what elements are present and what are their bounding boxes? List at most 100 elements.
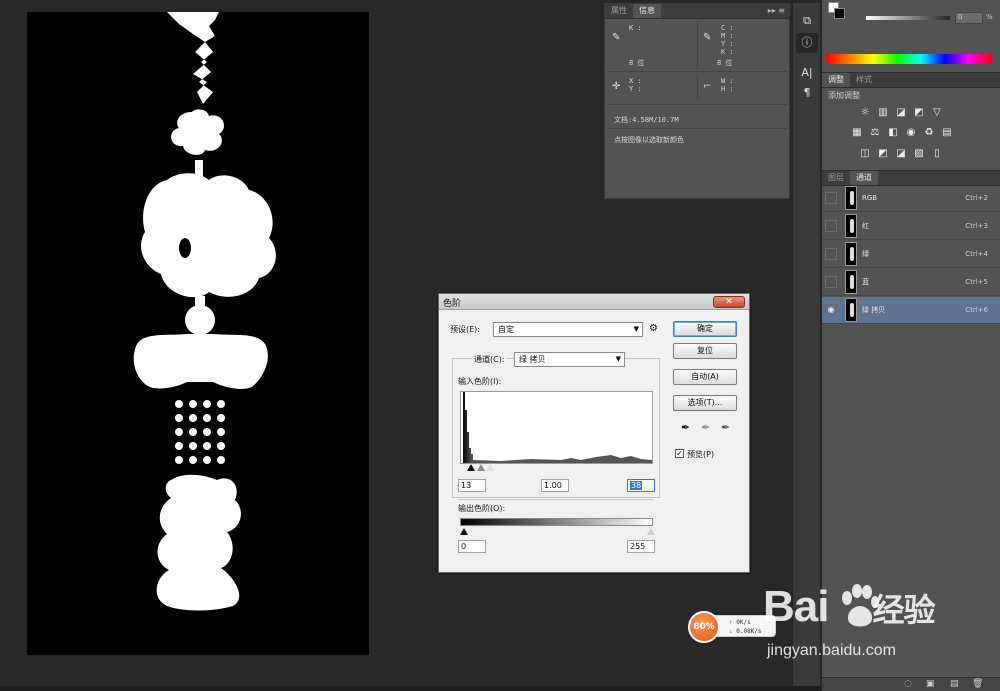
output-white-field[interactable]: 255 (627, 540, 655, 553)
gear-icon[interactable]: ⚙ (649, 323, 658, 334)
hint-text: 点按图像以选取新颜色 (614, 136, 684, 144)
channel-row-rgb[interactable]: RGB Ctrl+2 (822, 185, 1000, 212)
output-white-handle[interactable] (647, 528, 655, 535)
channel-name: 蓝 (862, 278, 869, 286)
upload-speed: ↑ 0K/s (729, 619, 751, 626)
black-white-icon[interactable]: ◧ (886, 126, 900, 140)
channel-row-blue[interactable]: 蓝 Ctrl+5 (822, 269, 1000, 296)
curves-icon[interactable]: ◪ (894, 106, 908, 120)
preview-label: 预览(P) (687, 450, 715, 459)
close-button[interactable]: ✕ (713, 296, 745, 308)
tab-styles[interactable]: 样式 (850, 73, 878, 87)
visibility-toggle[interactable] (825, 220, 837, 232)
tab-layers[interactable]: 图层 (822, 171, 850, 185)
download-speed-value: 0.08K/s (736, 628, 762, 635)
adjustments-tabs: 调整 样式 (822, 73, 1000, 88)
output-black-handle[interactable] (460, 528, 468, 535)
preset-select[interactable]: 自定 ▼ (493, 322, 643, 337)
gray-eyedropper-icon[interactable]: ✒ (701, 421, 710, 434)
paragraph-panel-icon[interactable]: ¶ (796, 83, 818, 103)
tab-channels[interactable]: 通道 (850, 171, 878, 185)
channel-shortcut: Ctrl+3 (965, 222, 988, 230)
info-panel-icon[interactable]: ⓘ (796, 33, 818, 53)
channel-row-red[interactable]: 红 Ctrl+3 (822, 213, 1000, 240)
dialog-titlebar[interactable]: 色阶 ✕ (439, 294, 749, 310)
input-gamma-field[interactable]: 1.00 (541, 479, 569, 492)
trash-icon[interactable]: 🗑 (972, 679, 983, 689)
histogram (460, 391, 653, 464)
color-value-input[interactable]: 0 (955, 12, 983, 24)
info-right-bits: 8 位 (717, 59, 733, 67)
input-white-handle[interactable] (486, 464, 494, 471)
posterize-icon[interactable]: ◩ (876, 147, 890, 161)
color-balance-icon[interactable]: ⚖ (868, 126, 882, 140)
color-panel-icon[interactable]: ⧉ (796, 11, 818, 31)
input-black-field[interactable]: 13 (458, 479, 486, 492)
white-eyedropper-icon[interactable]: ✒ (721, 421, 730, 434)
exposure-icon[interactable]: ◩ (912, 106, 926, 120)
levels-icon[interactable]: ▥ (876, 106, 890, 120)
channel-shortcut: Ctrl+6 (965, 306, 988, 314)
tab-adjustments[interactable]: 调整 (822, 73, 850, 87)
panel-menu-icon[interactable]: ▸▸ ≡ (768, 6, 785, 15)
output-black-field[interactable]: 0 (458, 540, 486, 553)
channel-thumbnail (845, 242, 857, 266)
color-lookup-icon[interactable]: ▤ (940, 126, 954, 140)
channel-select[interactable]: 绿 拷贝 ▼ (514, 352, 625, 367)
eyedropper-icon: ✎ (703, 32, 712, 43)
gradient-map-icon[interactable]: ▨ (912, 147, 926, 161)
channel-thumbnail (845, 186, 857, 210)
input-gamma-handle[interactable] (477, 464, 485, 471)
doc-size-text: 文档:4.58M/10.7M (614, 116, 679, 124)
layers-channels-tabs: 图层 通道 (822, 171, 1000, 186)
background-swatch[interactable] (834, 8, 845, 19)
channel-row-green[interactable]: 绿 Ctrl+4 (822, 241, 1000, 268)
black-eyedropper-icon[interactable]: ✒ (681, 421, 690, 434)
save-selection-icon[interactable]: ▣ (926, 679, 935, 689)
divider (607, 128, 787, 129)
channel-thumbnail (845, 298, 857, 322)
channel-name: 绿 (862, 250, 869, 258)
vibrance-icon[interactable]: ▽ (930, 106, 944, 120)
color-spectrum[interactable] (826, 54, 992, 64)
visibility-toggle[interactable] (825, 192, 837, 204)
character-panel-icon[interactable]: A| (796, 63, 818, 83)
info-k-value: K : (629, 24, 642, 32)
tab-properties[interactable]: 属性 (605, 4, 633, 18)
channel-name: 绿 拷贝 (862, 306, 886, 314)
invert-icon[interactable]: ◫ (858, 147, 872, 161)
hue-saturation-icon[interactable]: ▦ (850, 126, 864, 140)
input-black-handle[interactable] (467, 464, 475, 471)
new-channel-icon[interactable]: ▤ (950, 679, 959, 689)
channel-image[interactable] (27, 12, 369, 655)
preview-checkbox[interactable]: ✓ (675, 449, 684, 458)
channel-shortcut: Ctrl+5 (965, 278, 988, 286)
eye-icon[interactable]: ◉ (825, 304, 837, 316)
ok-button[interactable]: 确定 (673, 321, 737, 337)
selective-color-icon[interactable]: ▯ (930, 147, 944, 161)
channel-name: RGB (862, 194, 878, 202)
chevron-down-icon: ▼ (633, 325, 639, 333)
channel-value: 绿 拷贝 (519, 355, 546, 364)
color-panel: 0 % (822, 0, 1000, 70)
input-white-field[interactable]: 38 (627, 479, 655, 492)
visibility-toggle[interactable] (825, 276, 837, 288)
photo-filter-icon[interactable]: ◉ (904, 126, 918, 140)
color-slider[interactable] (866, 16, 950, 20)
info-panel-tabs: 属性 信息 ▸▸ ≡ (605, 4, 789, 19)
histogram-graph (463, 392, 652, 463)
channel-mixer-icon[interactable]: ♻ (922, 126, 936, 140)
info-y-coord: Y : (629, 85, 642, 93)
options-button[interactable]: 选项(T)... (673, 395, 737, 411)
input-white-value: 38 (630, 481, 643, 490)
reset-button[interactable]: 复位 (673, 343, 737, 359)
auto-button[interactable]: 自动(A) (673, 369, 737, 385)
tab-info[interactable]: 信息 (633, 4, 661, 18)
visibility-toggle[interactable] (825, 248, 837, 260)
load-selection-icon[interactable]: ◌ (904, 679, 912, 689)
output-levels-label: 输出色阶(O): (458, 504, 506, 513)
channel-row-green-copy[interactable]: ◉ 绿 拷贝 Ctrl+6 (822, 297, 1000, 324)
brightness-icon[interactable]: ☼ (858, 106, 872, 120)
memory-percent-circle[interactable]: 80% (688, 611, 720, 643)
threshold-icon[interactable]: ◪ (894, 147, 908, 161)
